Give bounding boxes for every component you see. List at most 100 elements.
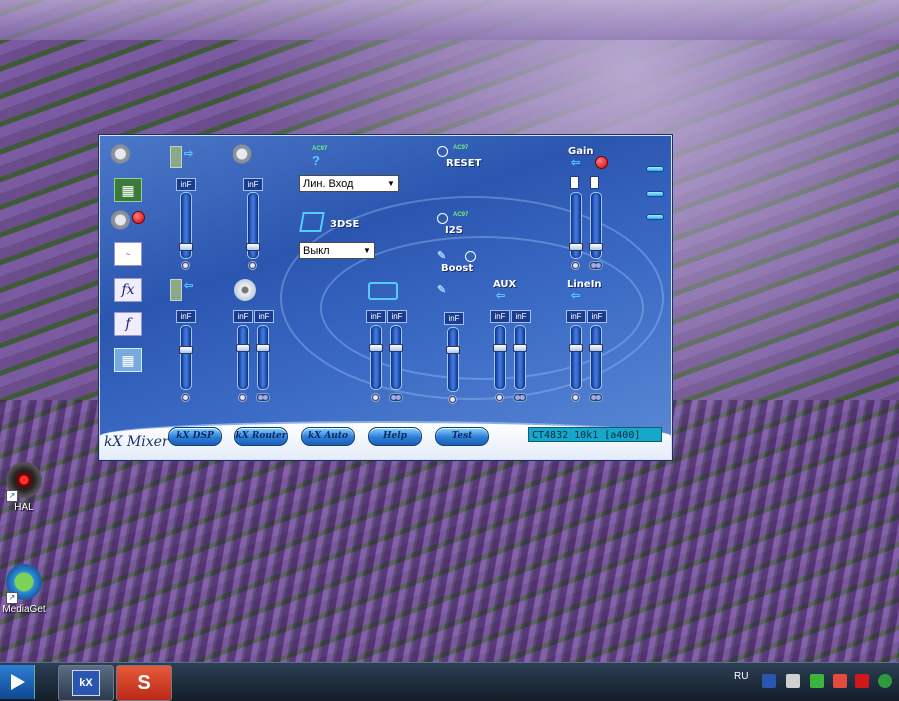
desktop-icon-mediaget[interactable]: ↗ MediaGet (0, 564, 54, 615)
aux-right-slider[interactable] (513, 325, 527, 390)
slider-value: inF (587, 310, 607, 323)
gain-right-slider[interactable] (589, 192, 603, 259)
linein-right-slider[interactable] (589, 325, 603, 390)
cd-right-slider[interactable] (256, 325, 270, 390)
gain-knob[interactable] (571, 261, 580, 270)
slider-value: inF (243, 178, 263, 191)
arrow-left-icon: ⇦ (571, 290, 581, 302)
3dse-label: 3DSE (330, 219, 360, 230)
video-stereo-link[interactable] (389, 393, 403, 402)
desktop-icon-label: MediaGet (2, 604, 46, 615)
desktop-icon-label: HAL (14, 502, 34, 513)
synth-volume-slider[interactable] (246, 192, 260, 259)
slider-value: inF (254, 310, 274, 323)
language-indicator[interactable]: RU (734, 671, 748, 682)
s-tray-icon[interactable] (833, 674, 847, 688)
kx-tray-icon[interactable] (762, 674, 776, 688)
arrow-left-icon: ⇦ (496, 290, 506, 302)
wave-pan-knob[interactable] (181, 261, 190, 270)
video-right-slider[interactable] (389, 325, 403, 390)
gain-record-icon (595, 156, 608, 169)
ac97-reset-radio[interactable] (437, 146, 448, 157)
synth-pan-knob[interactable] (248, 261, 257, 270)
aux-stereo-link[interactable] (513, 393, 527, 402)
mixer-title: kX Mixer (104, 434, 169, 450)
record-red-icon (132, 211, 145, 224)
3dse-mode-select[interactable]: Выкл ▼ (299, 242, 375, 259)
phone-device-icon (170, 146, 182, 168)
chip-icon[interactable]: ▦ (114, 178, 142, 202)
i2s-radio[interactable] (437, 213, 448, 224)
slider-value: inF (511, 310, 531, 323)
gain-left-slider[interactable] (569, 192, 583, 259)
power-tray-icon[interactable] (878, 674, 892, 688)
cd-knob[interactable] (238, 393, 247, 402)
master-speaker-icon[interactable] (110, 143, 136, 165)
video-icon (368, 282, 398, 300)
device-status-field: CT4832 10k1 [a400] (528, 427, 662, 442)
phone-device-icon (170, 279, 182, 301)
ac97-label: AC97 (453, 145, 469, 151)
arrow-right-icon: ⇨ (184, 148, 194, 160)
i2s-label: I2S (445, 225, 463, 236)
function-icon[interactable]: f (114, 312, 142, 336)
slider-value: inF (176, 310, 196, 323)
wave-volume-slider[interactable] (179, 192, 193, 259)
cd-stereo-link[interactable] (256, 393, 270, 402)
phone-pan-knob[interactable] (181, 393, 190, 402)
gain-stereo-link[interactable] (589, 261, 603, 270)
gain-meter-right (590, 176, 599, 189)
linein-left-slider[interactable] (569, 325, 583, 390)
cd-disc-icon (234, 279, 256, 301)
shortcut-arrow-icon: ↗ (6, 490, 18, 502)
ac97-wave-icon[interactable]: ~ (114, 242, 142, 266)
kx-router-button[interactable]: kX Router (234, 427, 288, 446)
grid-icon[interactable]: ▦ (114, 348, 142, 372)
aux-knob[interactable] (495, 393, 504, 402)
arrow-left-icon: ⇦ (571, 157, 581, 169)
right-panel-button-1[interactable] (646, 166, 664, 172)
start-button[interactable] (0, 665, 35, 699)
input-source-value: Лин. Вход (303, 178, 354, 190)
slider-value: inF (176, 178, 196, 191)
input-source-select[interactable]: Лин. Вход ▼ (299, 175, 399, 192)
boost-label: Boost (441, 263, 474, 274)
video-knob[interactable] (371, 393, 380, 402)
help-button[interactable]: Help (368, 427, 422, 446)
fx-icon[interactable]: fx (114, 278, 142, 302)
taskbar-app-s[interactable]: S (116, 665, 172, 701)
slider-value: inF (233, 310, 253, 323)
kx-mixer-window[interactable]: ▦ ~ fx f ▦ ⇨ inF inF AC97 ? Лин. Вход ▼ … (99, 135, 672, 460)
linein-knob[interactable] (571, 393, 580, 402)
right-panel-button-3[interactable] (646, 214, 664, 220)
video-left-slider[interactable] (369, 325, 383, 390)
shortcut-arrow-icon: ↗ (6, 592, 18, 604)
shield-tray-icon[interactable] (855, 674, 869, 688)
kx-auto-button[interactable]: kX Auto (301, 427, 355, 446)
linein-stereo-link[interactable] (589, 393, 603, 402)
taskbar-app-kx-mixer[interactable]: kX (58, 665, 114, 701)
slider-value: inF (566, 310, 586, 323)
mic-volume-slider[interactable] (446, 327, 460, 392)
slider-value: inF (444, 312, 464, 325)
mic-icon: ✎ (437, 284, 447, 296)
check-tray-icon[interactable] (810, 674, 824, 688)
test-button[interactable]: Test (435, 427, 489, 446)
speaker-small-icon (233, 144, 255, 164)
phone-volume-slider[interactable] (179, 325, 193, 390)
wallpaper-sky (0, 0, 899, 40)
aux-left-slider[interactable] (493, 325, 507, 390)
bird-tray-icon[interactable] (786, 674, 800, 688)
cd-left-slider[interactable] (236, 325, 250, 390)
desktop-icon-hal[interactable]: ↗ HAL (0, 462, 54, 513)
slider-value: inF (366, 310, 386, 323)
kx-dsp-button[interactable]: kX DSP (168, 427, 222, 446)
play-start-icon (11, 674, 25, 690)
mic-knob[interactable] (448, 395, 457, 404)
slider-value: inF (387, 310, 407, 323)
chevron-down-icon: ▼ (384, 176, 398, 191)
boost-radio[interactable] (465, 251, 476, 262)
right-panel-button-2[interactable] (646, 191, 664, 197)
slider-value: inF (490, 310, 510, 323)
ac97-label: AC97 (312, 146, 328, 152)
